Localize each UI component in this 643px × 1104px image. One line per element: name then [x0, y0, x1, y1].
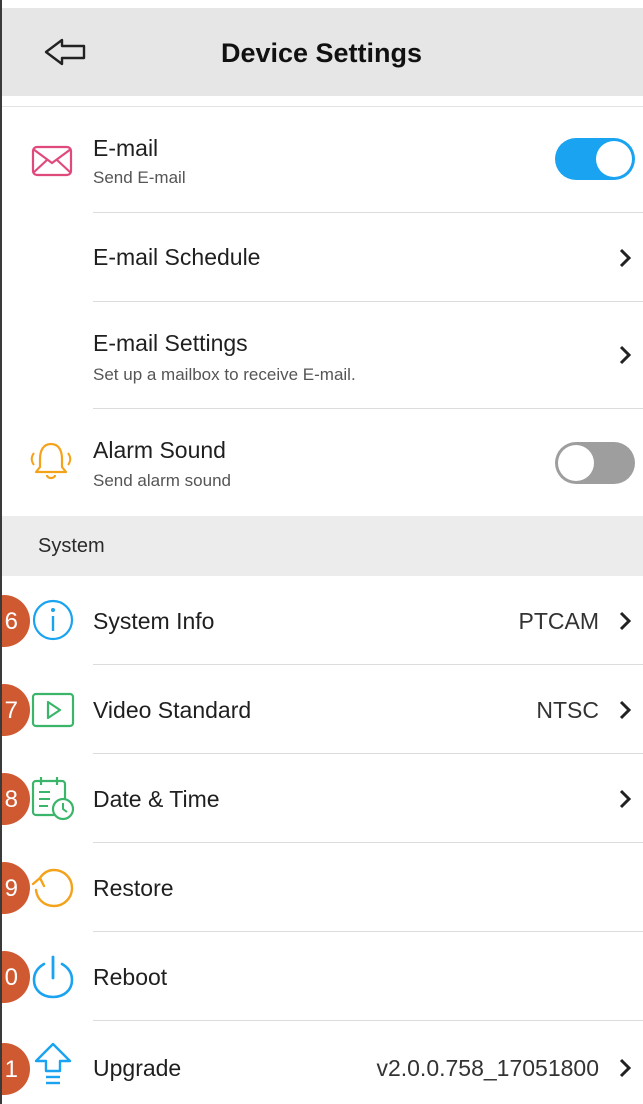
alarm-label: Alarm Sound	[93, 437, 226, 463]
chevron-right-icon	[619, 700, 632, 720]
section-label: System	[38, 535, 105, 557]
header-bar: Device Settings	[0, 8, 643, 96]
email-row: E-mail Send E-mail	[0, 107, 643, 213]
step-badge: 0	[0, 951, 30, 1003]
date-time-row[interactable]: 8 Date & Time	[0, 754, 643, 843]
step-badge: 9	[0, 862, 30, 914]
email-schedule-row[interactable]: E-mail Schedule	[0, 213, 643, 302]
chevron-right-icon	[619, 611, 632, 631]
upgrade-label: Upgrade	[93, 1055, 182, 1081]
step-badge: 8	[0, 773, 30, 825]
video-standard-value: NTSC	[536, 697, 599, 723]
system-info-label: System Info	[93, 608, 215, 634]
power-icon	[32, 955, 74, 999]
step-badge: 7	[0, 684, 30, 736]
restore-icon	[31, 868, 74, 908]
email-label: E-mail	[93, 135, 159, 161]
email-sublabel: Send E-mail	[93, 168, 186, 187]
chevron-right-icon	[619, 248, 632, 268]
system-section-header: System	[0, 516, 643, 576]
window-edge	[0, 0, 2, 1104]
video-standard-row[interactable]: 7 Video Standard NTSC	[0, 665, 643, 754]
alarm-toggle[interactable]	[555, 442, 635, 484]
bell-icon	[30, 442, 72, 480]
upgrade-arrow-icon	[34, 1042, 72, 1085]
toggle-knob	[558, 445, 594, 481]
chevron-right-icon	[619, 345, 632, 365]
info-icon	[32, 599, 74, 641]
screen: Device Settings E-mail Send E-mail E-mai…	[0, 0, 643, 1104]
email-settings-sublabel: Set up a mailbox to receive E-mail.	[93, 365, 356, 384]
calendar-clock-icon	[31, 777, 75, 821]
page-title: Device Settings	[220, 38, 423, 68]
email-settings-row[interactable]: E-mail Settings Set up a mailbox to rece…	[0, 302, 643, 409]
alarm-sublabel: Send alarm sound	[93, 471, 231, 490]
chevron-right-icon	[619, 789, 632, 809]
video-standard-label: Video Standard	[93, 697, 252, 723]
email-schedule-label: E-mail Schedule	[93, 244, 261, 270]
step-badge: 6	[0, 595, 30, 647]
video-play-icon	[31, 692, 75, 728]
restore-row[interactable]: 9 Restore	[0, 843, 643, 932]
toggle-knob	[596, 141, 632, 177]
upgrade-version-value: v2.0.0.758_17051800	[376, 1055, 599, 1081]
reboot-label: Reboot	[93, 964, 168, 990]
email-settings-label: E-mail Settings	[93, 330, 248, 356]
reboot-row[interactable]: 0 Reboot	[0, 932, 643, 1021]
restore-label: Restore	[93, 875, 174, 901]
upgrade-row[interactable]: 1 Upgrade v2.0.0.758_17051800	[0, 1021, 643, 1104]
alarm-sound-row: Alarm Sound Send alarm sound	[0, 409, 643, 516]
chevron-right-icon	[619, 1058, 632, 1078]
date-time-label: Date & Time	[93, 786, 220, 812]
step-badge: 1	[0, 1043, 30, 1095]
mail-icon	[31, 145, 73, 177]
email-toggle[interactable]	[555, 138, 635, 180]
system-info-value: PTCAM	[518, 608, 600, 634]
system-info-row[interactable]: 6 System Info PTCAM	[0, 576, 643, 665]
